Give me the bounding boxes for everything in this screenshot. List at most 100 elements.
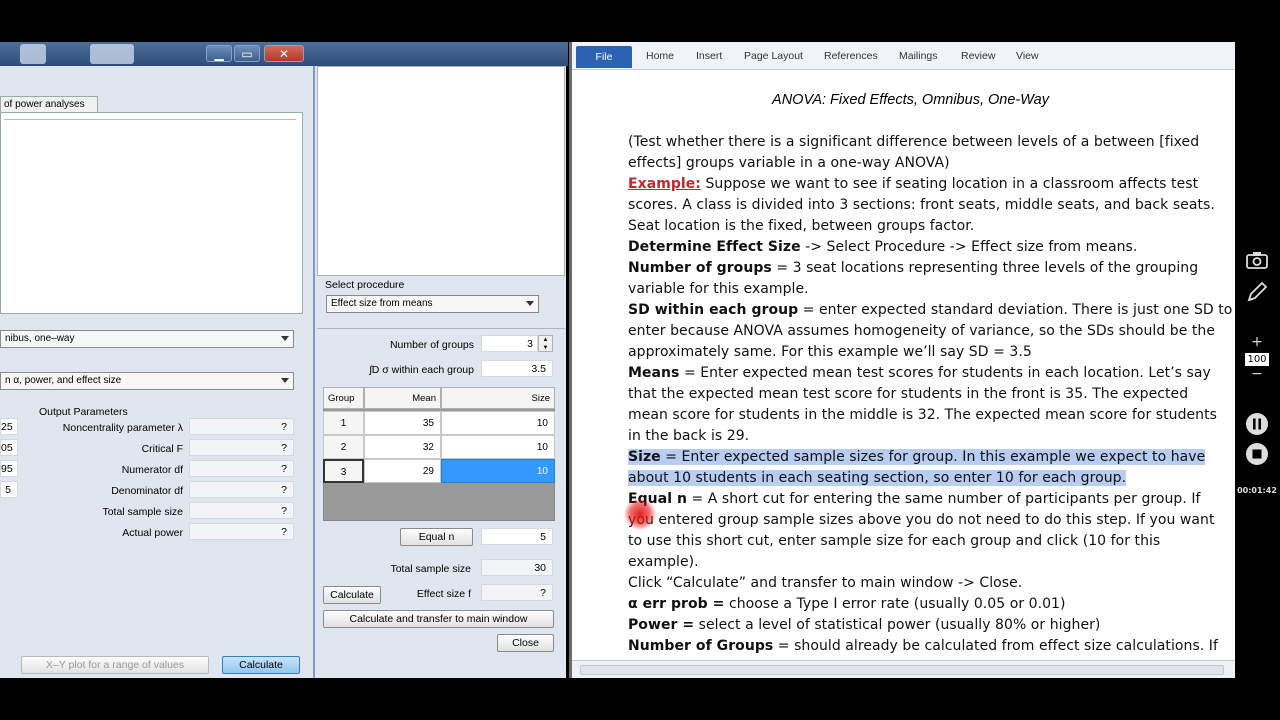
output-value-critical-f: ? (189, 439, 294, 456)
minus-icon[interactable]: − (1245, 366, 1269, 382)
table-row-3-group: 3 (323, 459, 364, 483)
doc-line: approximately same. For this example we’… (628, 344, 1032, 360)
table-header-mean: Mean (364, 387, 441, 409)
word-window: File Home Insert Page Layout References … (569, 42, 1235, 678)
stop-icon[interactable] (1245, 442, 1269, 466)
zoom-level: 100 (1245, 353, 1269, 366)
procedure-select[interactable]: Effect size from means (326, 295, 539, 313)
tab-insert[interactable]: Insert (696, 50, 722, 62)
doc-line: Number of groups = 3 seat locations repr… (628, 260, 1198, 276)
doc-line: in the back is 29. (628, 428, 750, 444)
test-select[interactable]: nibus, one–way (0, 330, 294, 348)
table-row-1-mean[interactable]: 35 (364, 411, 441, 435)
doc-line-text: -> Select Procedure -> Effect size from … (800, 239, 1138, 255)
doc-line: SD within each group = enter expected st… (628, 302, 1232, 318)
effect-dialog-upper-pane (317, 66, 565, 276)
doc-line: Power = select a level of statistical po… (628, 617, 1100, 633)
chevron-down-icon (526, 301, 534, 306)
num-groups-input[interactable]: 3 (481, 335, 538, 352)
table-row-1-size[interactable]: 10 (441, 411, 555, 435)
tab-home[interactable]: Home (646, 50, 674, 62)
tab-mailings[interactable]: Mailings (899, 50, 938, 62)
doc-line-text: select a level of statistical power (usu… (694, 617, 1101, 633)
camera-icon[interactable] (1245, 250, 1269, 270)
dialog-calculate-button[interactable]: Calculate (323, 586, 381, 604)
tab-file[interactable]: File (576, 46, 632, 68)
doc-line-text: = Enter expected mean test scores for st… (679, 365, 1211, 381)
cursor-highlight (624, 498, 656, 530)
doc-line-text: choose a Type I error rate (usually 0.05… (724, 596, 1066, 612)
table-row-2-mean[interactable]: 32 (364, 435, 441, 459)
doc-line: scores. A class is divided into 3 sectio… (628, 197, 1215, 213)
calculate-transfer-button[interactable]: Calculate and transfer to main window (323, 610, 554, 628)
app-icon (20, 44, 46, 64)
example-heading: Example: (628, 176, 701, 192)
output-label-critical-f: Critical F (141, 443, 183, 455)
total-sample-label: Total sample size (390, 563, 471, 575)
pen-icon[interactable] (1245, 280, 1269, 304)
input-alpha[interactable]: 05 (0, 439, 18, 456)
bold-term: Means (628, 365, 680, 381)
app-icon-2 (90, 44, 134, 64)
effect-size-f-label: Effect size f (416, 588, 471, 600)
doc-line: you entered group sample sizes above you… (628, 512, 1215, 528)
effect-size-f-value: ? (481, 584, 553, 601)
input-effect-size[interactable]: 25 (0, 418, 18, 435)
minimize-icon[interactable]: ▁ (206, 45, 232, 62)
select-procedure-label: Select procedure (325, 279, 405, 291)
close-icon[interactable]: ✕ (264, 45, 304, 62)
recording-timer: 00:01:42 (1237, 486, 1277, 495)
doc-line: mean score for students in the middle is… (628, 407, 1217, 423)
equal-n-input[interactable]: 5 (481, 528, 553, 545)
xy-plot-button[interactable]: X–Y plot for a range of values (21, 656, 209, 674)
doc-line-text: = enter expected standard deviation. The… (798, 302, 1233, 318)
doc-line: Equal n = A short cut for entering the s… (628, 491, 1201, 507)
equal-n-button[interactable]: Equal n (400, 528, 473, 546)
scroll-thumb[interactable] (580, 665, 1224, 675)
doc-line-text: = should already be calculated from effe… (773, 638, 1218, 654)
calculate-button[interactable]: Calculate (222, 656, 300, 674)
doc-line: enter because ANOVA assumes homogeneity … (628, 323, 1215, 339)
tab-review[interactable]: Review (961, 50, 995, 62)
doc-line: Click “Calculate” and transfer to main w… (628, 575, 1023, 591)
analysis-type-select[interactable]: n α, power, and effect size (0, 372, 294, 390)
maximize-icon[interactable]: ▭ (234, 45, 260, 62)
output-parameters-header: Output Parameters (39, 406, 128, 418)
ribbon-tabs: File Home Insert Page Layout References … (572, 42, 1235, 70)
close-button[interactable]: Close (497, 634, 554, 652)
output-value-actual-power: ? (189, 523, 294, 540)
num-groups-spinner[interactable]: ▲ ▼ (538, 335, 553, 352)
input-groups[interactable]: 5 (0, 481, 18, 498)
doc-line-text: = 3 seat locations representing three le… (771, 260, 1199, 276)
table-row-2-size[interactable]: 10 (441, 435, 555, 459)
bold-term: Power = (628, 617, 695, 633)
tab-view[interactable]: View (1016, 50, 1039, 62)
table-header-size: Size (441, 387, 555, 409)
doc-line: α err prob = choose a Type I error rate … (628, 596, 1066, 612)
sd-within-input[interactable]: 3.5 (481, 360, 553, 377)
output-pane (0, 112, 303, 314)
gpower-title-bar: ▁ ▭ ✕ (0, 42, 313, 66)
doc-line-highlighted: Size = Enter expected sample sizes for g… (628, 449, 1206, 465)
output-label-denominator-df: Denominator df (111, 485, 183, 497)
tab-page-layout[interactable]: Page Layout (744, 50, 803, 62)
num-groups-label: Number of groups (389, 339, 474, 351)
doc-line: Determine Effect Size -> Select Procedur… (628, 239, 1137, 255)
sd-within-label: ʃD σ within each group (369, 364, 474, 376)
table-row-3-mean[interactable]: 29 (364, 459, 441, 483)
doc-line: effects] groups variable in a one-way AN… (628, 155, 950, 171)
table-row-3-size-selected[interactable]: 10 (441, 459, 555, 483)
tab-references[interactable]: References (824, 50, 878, 62)
document-page[interactable]: ANOVA: Fixed Effects, Omnibus, One-Way (… (586, 70, 1235, 660)
effect-dialog-title-bar (313, 42, 568, 66)
bold-term: Number of groups (628, 260, 772, 276)
effect-size-dialog: Select procedure Effect size from means … (313, 66, 566, 678)
plus-icon[interactable]: + (1245, 334, 1269, 350)
output-value-noncentrality: ? (189, 418, 294, 435)
tab-power-analyses[interactable]: of power analyses (0, 96, 98, 112)
horizontal-scrollbar[interactable] (572, 660, 1235, 678)
doc-line: example). (628, 554, 699, 570)
pause-icon[interactable] (1245, 412, 1269, 436)
doc-line-text: = A short cut for entering the same numb… (687, 491, 1201, 507)
input-power[interactable]: 95 (0, 460, 18, 477)
